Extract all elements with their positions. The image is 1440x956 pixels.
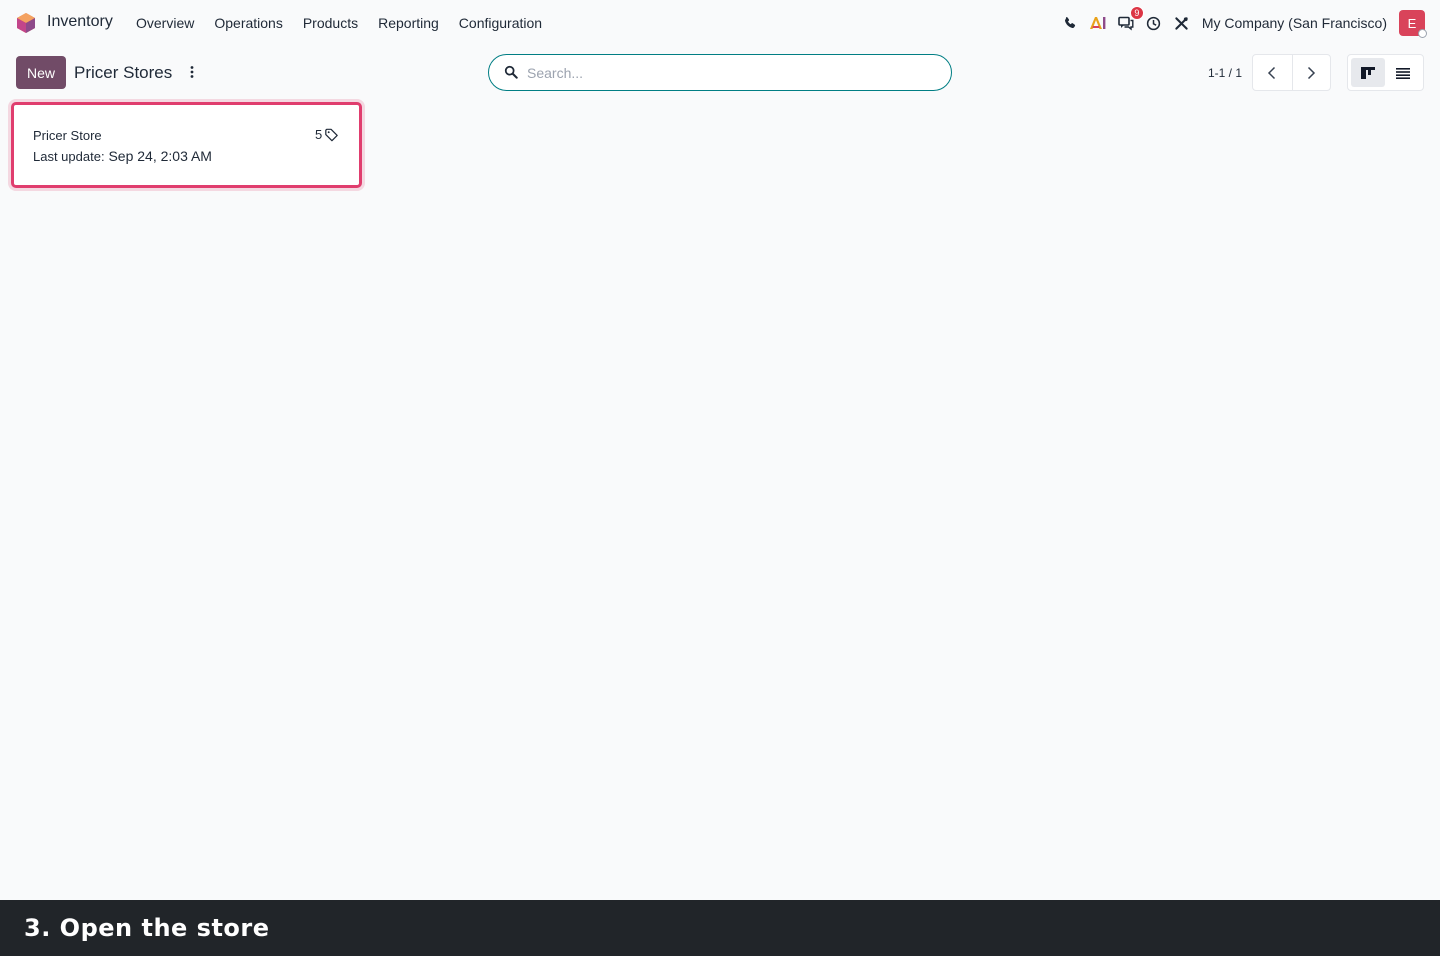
systray: 9 My Company (San Francisco) E	[1060, 6, 1427, 38]
chat-icon[interactable]: 9	[1116, 6, 1144, 33]
inventory-app-icon[interactable]	[15, 12, 37, 34]
search-icon	[504, 65, 518, 84]
company-switcher[interactable]: My Company (San Francisco)	[1202, 15, 1387, 31]
pager-buttons	[1252, 54, 1331, 91]
menu-item-products[interactable]: Products	[303, 15, 358, 31]
ai-icon[interactable]	[1088, 13, 1108, 33]
top-navbar: Inventory Overview Operations Products R…	[0, 0, 1440, 46]
kanban-icon	[1360, 66, 1375, 79]
user-avatar[interactable]: E	[1399, 10, 1427, 38]
tag-count-value: 5	[315, 127, 323, 142]
pager-previous-button[interactable]	[1253, 55, 1292, 90]
kanban-view-button[interactable]	[1351, 58, 1385, 87]
phone-icon[interactable]	[1060, 13, 1080, 33]
tutorial-caption: 3. Open the store	[24, 914, 270, 942]
kanban-record-card[interactable]: Pricer Store Last update: Sep 24, 2:03 A…	[11, 102, 362, 188]
actions-menu-icon[interactable]	[184, 63, 200, 81]
store-name: Pricer Store	[33, 128, 102, 143]
tag-count: 5	[315, 127, 339, 142]
menu-item-reporting[interactable]: Reporting	[378, 15, 439, 31]
clock-icon[interactable]	[1144, 13, 1164, 33]
chevron-left-icon	[1268, 66, 1276, 79]
last-update-value: Sep 24, 2:03 AM	[108, 148, 212, 164]
main-menu: Overview Operations Products Reporting C…	[136, 15, 562, 31]
list-view-button[interactable]	[1387, 58, 1421, 87]
control-panel: New Pricer Stores 1-1 / 1	[0, 46, 1440, 98]
presence-status-icon	[1418, 29, 1427, 38]
menu-item-overview[interactable]: Overview	[136, 15, 194, 31]
pager-next-button[interactable]	[1291, 55, 1331, 90]
menu-item-operations[interactable]: Operations	[214, 15, 282, 31]
app-name[interactable]: Inventory	[47, 13, 113, 31]
list-icon	[1396, 67, 1411, 79]
avatar-initial: E	[1407, 15, 1417, 31]
page-title: Pricer Stores	[74, 63, 173, 82]
search-bar	[488, 54, 952, 91]
menu-item-configuration[interactable]: Configuration	[459, 15, 542, 31]
chevron-right-icon	[1308, 66, 1316, 79]
tag-icon	[325, 128, 339, 141]
pager-value[interactable]: 1-1 / 1	[1208, 66, 1242, 80]
last-update-label: Last update:	[33, 149, 105, 164]
new-button[interactable]: New	[16, 56, 66, 89]
tutorial-caption-bar: 3. Open the store	[0, 900, 1440, 956]
search-input[interactable]	[527, 63, 937, 83]
chat-badge: 9	[1129, 6, 1144, 20]
tools-icon[interactable]	[1172, 13, 1192, 33]
last-update: Last update: Sep 24, 2:03 AM	[33, 148, 212, 164]
view-switcher	[1347, 54, 1424, 91]
